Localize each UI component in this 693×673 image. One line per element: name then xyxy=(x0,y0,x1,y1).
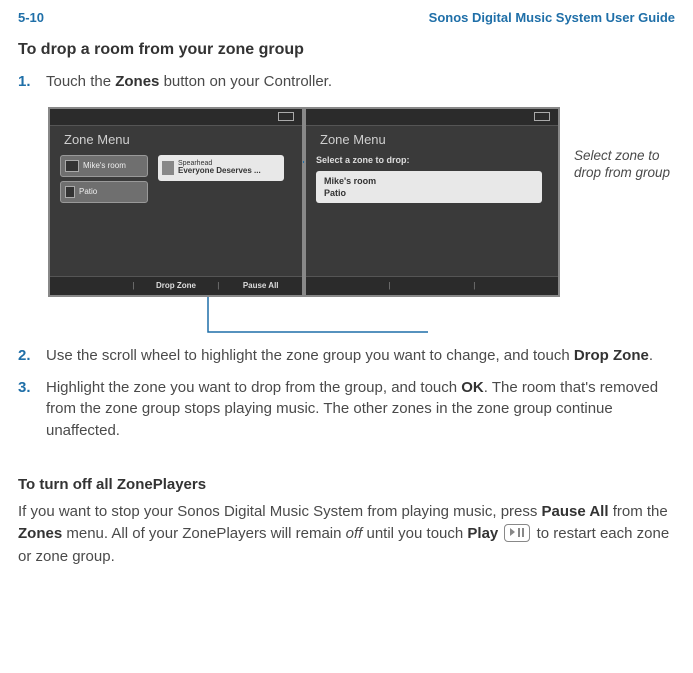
drop-zone-list: Mike's room Patio xyxy=(316,171,542,203)
page-number: 5-10 xyxy=(18,10,44,25)
footer-pause-all: Pause All xyxy=(219,281,302,290)
screen-body: Select a zone to drop: Mike's room Patio xyxy=(306,151,558,276)
off-label: off xyxy=(346,525,363,542)
drop-option-mikes-room: Mike's room xyxy=(324,175,534,187)
screen-title: Zone Menu xyxy=(306,126,558,151)
battery-icon xyxy=(278,112,294,121)
ok-label: OK xyxy=(461,379,484,396)
speaker-icon xyxy=(65,186,75,198)
battery-icon xyxy=(534,112,550,121)
figure-caption: Select zone to drop from group xyxy=(574,107,674,182)
drop-option-patio: Patio xyxy=(324,187,534,199)
status-bar xyxy=(50,109,302,126)
screen-footer: | Drop Zone | Pause All xyxy=(50,276,302,295)
play-label: Play xyxy=(467,525,498,542)
figure-row: Zone Menu Mike's room Patio Spearhead Ev… xyxy=(48,107,675,297)
step-text: Highlight the zone you want to drop from… xyxy=(46,377,675,442)
status-bar xyxy=(306,109,558,126)
zone-tile-patio: Patio xyxy=(60,181,148,203)
step-text: Use the scroll wheel to highlight the zo… xyxy=(46,345,675,367)
zone-tile-mikes-room: Mike's room xyxy=(60,155,148,177)
tv-icon xyxy=(65,160,79,172)
zones-label: Zones xyxy=(18,525,62,542)
page: 5-10 Sonos Digital Music System User Gui… xyxy=(0,0,693,588)
screen-title: Zone Menu xyxy=(50,126,302,151)
music-note-icon xyxy=(162,161,174,175)
step-3: 3. Highlight the zone you want to drop f… xyxy=(18,377,675,442)
now-playing-card: Spearhead Everyone Deserves ... xyxy=(158,155,284,181)
page-header: 5-10 Sonos Digital Music System User Gui… xyxy=(18,10,675,25)
step-number: 3. xyxy=(18,377,46,442)
step-number: 2. xyxy=(18,345,46,367)
turn-off-paragraph: If you want to stop your Sonos Digital M… xyxy=(18,501,675,569)
screen-body: Mike's room Patio Spearhead Everyone Des… xyxy=(50,151,302,276)
screenshot-drop-zone: Zone Menu Select a zone to drop: Mike's … xyxy=(304,107,560,297)
section-title-turn-off: To turn off all ZonePlayers xyxy=(18,476,675,493)
pause-all-label: Pause All xyxy=(542,503,609,520)
step-text: Touch the Zones button on your Controlle… xyxy=(46,71,675,93)
drop-prompt: Select a zone to drop: xyxy=(316,155,548,165)
section-title-drop-room: To drop a room from your zone group xyxy=(18,41,675,59)
book-title: Sonos Digital Music System User Guide xyxy=(429,10,675,25)
zones-label: Zones xyxy=(115,73,159,90)
drop-zone-label: Drop Zone xyxy=(574,347,649,364)
step-2: 2. Use the scroll wheel to highlight the… xyxy=(18,345,675,367)
now-playing-song: Everyone Deserves ... xyxy=(178,167,261,176)
play-pause-icon xyxy=(504,524,530,542)
step-number: 1. xyxy=(18,71,46,93)
screen-footer: | | xyxy=(306,276,558,295)
step-1: 1. Touch the Zones button on your Contro… xyxy=(18,71,675,93)
screenshot-zone-menu: Zone Menu Mike's room Patio Spearhead Ev… xyxy=(48,107,304,297)
footer-drop-zone: Drop Zone xyxy=(135,281,218,290)
